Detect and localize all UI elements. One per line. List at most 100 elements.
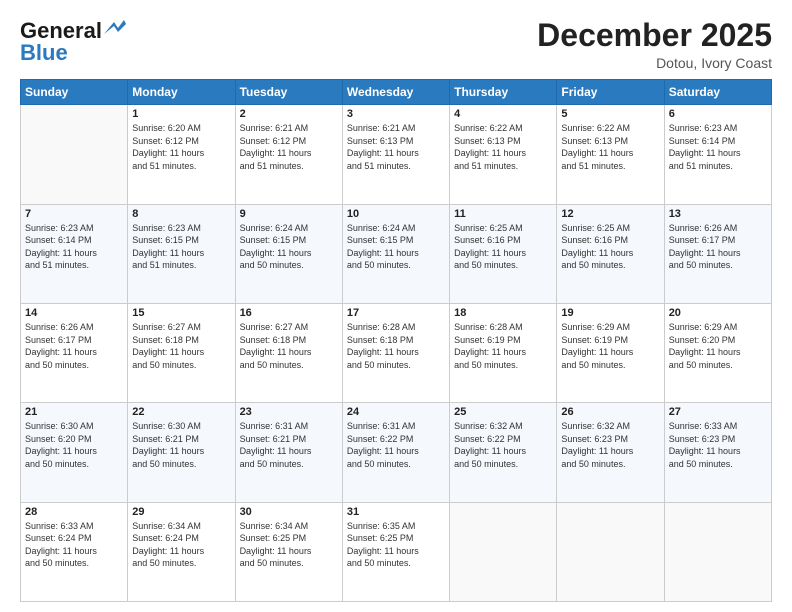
calendar-header-row: SundayMondayTuesdayWednesdayThursdayFrid… — [21, 80, 772, 105]
day-info: Sunrise: 6:32 AM Sunset: 6:22 PM Dayligh… — [454, 420, 552, 470]
calendar-header-tuesday: Tuesday — [235, 80, 342, 105]
day-number: 9 — [240, 208, 338, 220]
calendar-cell: 2 Sunrise: 6:21 AM Sunset: 6:12 PM Daylig… — [235, 105, 342, 204]
calendar-cell — [664, 502, 771, 601]
logo: General Blue — [20, 18, 126, 66]
day-info: Sunrise: 6:27 AM Sunset: 6:18 PM Dayligh… — [240, 321, 338, 371]
calendar-cell: 18 Sunrise: 6:28 AM Sunset: 6:19 PM Dayli… — [450, 303, 557, 402]
calendar-header-friday: Friday — [557, 80, 664, 105]
day-info: Sunrise: 6:28 AM Sunset: 6:19 PM Dayligh… — [454, 321, 552, 371]
calendar-cell: 6 Sunrise: 6:23 AM Sunset: 6:14 PM Daylig… — [664, 105, 771, 204]
calendar-cell: 27 Sunrise: 6:33 AM Sunset: 6:23 PM Dayli… — [664, 403, 771, 502]
day-info: Sunrise: 6:22 AM Sunset: 6:13 PM Dayligh… — [561, 122, 659, 172]
day-number: 12 — [561, 208, 659, 220]
calendar-cell: 21 Sunrise: 6:30 AM Sunset: 6:20 PM Dayli… — [21, 403, 128, 502]
day-number: 14 — [25, 307, 123, 319]
calendar-cell: 7 Sunrise: 6:23 AM Sunset: 6:14 PM Daylig… — [21, 204, 128, 303]
calendar-cell: 31 Sunrise: 6:35 AM Sunset: 6:25 PM Dayli… — [342, 502, 449, 601]
calendar-cell: 11Sunrise: 6:25 AM Sunset: 6:16 PM Dayli… — [450, 204, 557, 303]
day-info: Sunrise: 6:22 AM Sunset: 6:13 PM Dayligh… — [454, 122, 552, 172]
calendar-cell: 4 Sunrise: 6:22 AM Sunset: 6:13 PM Daylig… — [450, 105, 557, 204]
day-number: 31 — [347, 506, 445, 518]
calendar-cell: 10 Sunrise: 6:24 AM Sunset: 6:15 PM Dayli… — [342, 204, 449, 303]
day-number: 13 — [669, 208, 767, 220]
location: Dotou, Ivory Coast — [537, 55, 772, 71]
month-title: December 2025 — [537, 18, 772, 53]
calendar-cell: 16 Sunrise: 6:27 AM Sunset: 6:18 PM Dayli… — [235, 303, 342, 402]
page: General Blue December 2025 Dotou, Ivory … — [0, 0, 792, 612]
day-info: Sunrise: 6:33 AM Sunset: 6:23 PM Dayligh… — [669, 420, 767, 470]
day-info: Sunrise: 6:23 AM Sunset: 6:14 PM Dayligh… — [25, 222, 123, 272]
day-info: Sunrise: 6:21 AM Sunset: 6:13 PM Dayligh… — [347, 122, 445, 172]
day-info: Sunrise: 6:24 AM Sunset: 6:15 PM Dayligh… — [347, 222, 445, 272]
day-number: 10 — [347, 208, 445, 220]
day-number: 16 — [240, 307, 338, 319]
day-info: Sunrise: 6:25 AM Sunset: 6:16 PM Dayligh… — [454, 222, 552, 272]
day-number: 2 — [240, 108, 338, 120]
calendar-cell: 26Sunrise: 6:32 AM Sunset: 6:23 PM Dayli… — [557, 403, 664, 502]
calendar-header-thursday: Thursday — [450, 80, 557, 105]
day-number: 22 — [132, 406, 230, 418]
calendar-header-monday: Monday — [128, 80, 235, 105]
day-info: Sunrise: 6:29 AM Sunset: 6:20 PM Dayligh… — [669, 321, 767, 371]
week-row-1: 1 Sunrise: 6:20 AM Sunset: 6:12 PM Daylig… — [21, 105, 772, 204]
day-info: Sunrise: 6:32 AM Sunset: 6:23 PM Dayligh… — [561, 420, 659, 470]
day-number: 7 — [25, 208, 123, 220]
calendar-cell: 20 Sunrise: 6:29 AM Sunset: 6:20 PM Dayli… — [664, 303, 771, 402]
day-info: Sunrise: 6:31 AM Sunset: 6:21 PM Dayligh… — [240, 420, 338, 470]
calendar-cell: 9 Sunrise: 6:24 AM Sunset: 6:15 PM Daylig… — [235, 204, 342, 303]
calendar-cell: 30Sunrise: 6:34 AM Sunset: 6:25 PM Dayli… — [235, 502, 342, 601]
day-number: 3 — [347, 108, 445, 120]
calendar-cell: 15 Sunrise: 6:27 AM Sunset: 6:18 PM Dayli… — [128, 303, 235, 402]
title-block: December 2025 Dotou, Ivory Coast — [537, 18, 772, 71]
day-number: 25 — [454, 406, 552, 418]
day-info: Sunrise: 6:28 AM Sunset: 6:18 PM Dayligh… — [347, 321, 445, 371]
calendar-cell: 25 Sunrise: 6:32 AM Sunset: 6:22 PM Dayli… — [450, 403, 557, 502]
day-info: Sunrise: 6:30 AM Sunset: 6:21 PM Dayligh… — [132, 420, 230, 470]
day-number: 21 — [25, 406, 123, 418]
calendar-header-wednesday: Wednesday — [342, 80, 449, 105]
day-info: Sunrise: 6:20 AM Sunset: 6:12 PM Dayligh… — [132, 122, 230, 172]
calendar-cell: 17Sunrise: 6:28 AM Sunset: 6:18 PM Dayli… — [342, 303, 449, 402]
day-info: Sunrise: 6:34 AM Sunset: 6:25 PM Dayligh… — [240, 520, 338, 570]
calendar-cell: 8 Sunrise: 6:23 AM Sunset: 6:15 PM Daylig… — [128, 204, 235, 303]
day-number: 15 — [132, 307, 230, 319]
day-number: 1 — [132, 108, 230, 120]
day-info: Sunrise: 6:26 AM Sunset: 6:17 PM Dayligh… — [25, 321, 123, 371]
day-number: 18 — [454, 307, 552, 319]
calendar-cell: 12Sunrise: 6:25 AM Sunset: 6:16 PM Dayli… — [557, 204, 664, 303]
day-info: Sunrise: 6:21 AM Sunset: 6:12 PM Dayligh… — [240, 122, 338, 172]
day-info: Sunrise: 6:33 AM Sunset: 6:24 PM Dayligh… — [25, 520, 123, 570]
calendar-cell: 28Sunrise: 6:33 AM Sunset: 6:24 PM Dayli… — [21, 502, 128, 601]
calendar-cell: 13Sunrise: 6:26 AM Sunset: 6:17 PM Dayli… — [664, 204, 771, 303]
calendar-cell: 14 Sunrise: 6:26 AM Sunset: 6:17 PM Dayli… — [21, 303, 128, 402]
day-number: 20 — [669, 307, 767, 319]
calendar-cell: 29 Sunrise: 6:34 AM Sunset: 6:24 PM Dayli… — [128, 502, 235, 601]
day-number: 29 — [132, 506, 230, 518]
calendar-cell — [450, 502, 557, 601]
day-info: Sunrise: 6:24 AM Sunset: 6:15 PM Dayligh… — [240, 222, 338, 272]
calendar: SundayMondayTuesdayWednesdayThursdayFrid… — [20, 79, 772, 602]
calendar-cell: 19Sunrise: 6:29 AM Sunset: 6:19 PM Dayli… — [557, 303, 664, 402]
week-row-2: 7 Sunrise: 6:23 AM Sunset: 6:14 PM Daylig… — [21, 204, 772, 303]
day-info: Sunrise: 6:31 AM Sunset: 6:22 PM Dayligh… — [347, 420, 445, 470]
calendar-cell: 24 Sunrise: 6:31 AM Sunset: 6:22 PM Dayli… — [342, 403, 449, 502]
day-info: Sunrise: 6:27 AM Sunset: 6:18 PM Dayligh… — [132, 321, 230, 371]
day-number: 6 — [669, 108, 767, 120]
calendar-cell: 3 Sunrise: 6:21 AM Sunset: 6:13 PM Daylig… — [342, 105, 449, 204]
day-info: Sunrise: 6:30 AM Sunset: 6:20 PM Dayligh… — [25, 420, 123, 470]
day-info: Sunrise: 6:34 AM Sunset: 6:24 PM Dayligh… — [132, 520, 230, 570]
day-info: Sunrise: 6:23 AM Sunset: 6:14 PM Dayligh… — [669, 122, 767, 172]
logo-blue: Blue — [20, 40, 68, 66]
day-number: 4 — [454, 108, 552, 120]
day-info: Sunrise: 6:23 AM Sunset: 6:15 PM Dayligh… — [132, 222, 230, 272]
calendar-cell — [21, 105, 128, 204]
day-info: Sunrise: 6:29 AM Sunset: 6:19 PM Dayligh… — [561, 321, 659, 371]
day-number: 8 — [132, 208, 230, 220]
calendar-cell: 5 Sunrise: 6:22 AM Sunset: 6:13 PM Daylig… — [557, 105, 664, 204]
day-info: Sunrise: 6:35 AM Sunset: 6:25 PM Dayligh… — [347, 520, 445, 570]
calendar-cell: 1 Sunrise: 6:20 AM Sunset: 6:12 PM Daylig… — [128, 105, 235, 204]
day-number: 27 — [669, 406, 767, 418]
day-number: 5 — [561, 108, 659, 120]
day-number: 24 — [347, 406, 445, 418]
